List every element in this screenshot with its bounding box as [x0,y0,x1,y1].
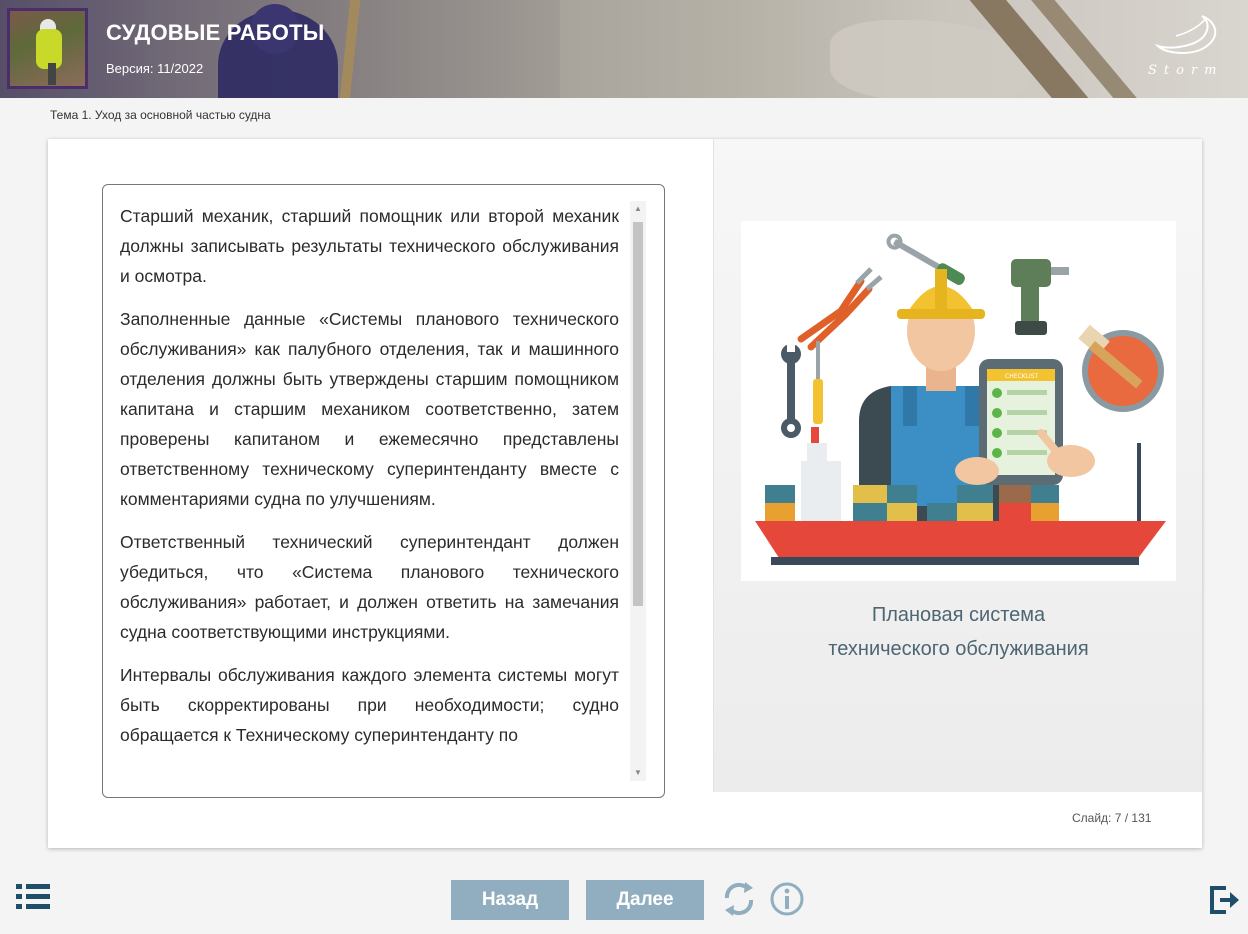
next-button[interactable]: Далее [586,880,704,920]
scrollbar-thumb[interactable] [633,222,643,606]
scroll-down-arrow-icon[interactable]: ▼ [630,765,646,781]
scroll-up-arrow-icon[interactable]: ▲ [630,201,646,217]
breadcrumb: Тема 1. Уход за основной частью судна [50,108,271,122]
slide-text: Старший механик, старший помощник или вт… [120,201,619,763]
back-button[interactable]: Назад [451,880,569,920]
illustration-panel: CHECKLIST Плановая система технического … [713,139,1202,792]
info-icon[interactable] [769,881,805,917]
slide-card: Старший механик, старший помощник или вт… [48,139,1202,848]
paragraph: Интервалы обслуживания каждого элемента … [120,665,619,745]
thumbnail-leg [48,63,56,85]
maintenance-illustration-graphic: CHECKLIST [755,233,1166,565]
paragraph: Заполненные данные «Системы планового те… [120,309,619,509]
maintenance-illustration: CHECKLIST [741,221,1176,581]
svg-text:CHECKLIST: CHECKLIST [1005,373,1039,380]
header-banner [0,0,1248,98]
svg-text:Storm: Storm [1148,63,1224,78]
exit-icon[interactable] [1208,884,1240,916]
storm-logo-icon: Storm [1148,15,1224,78]
list-menu-icon[interactable] [14,882,54,912]
course-thumbnail [7,8,88,89]
paragraph: Старший механик, старший помощник или вт… [120,206,619,286]
course-version: Версия: 11/2022 [106,61,204,76]
slide-counter-label: Слайд: [1072,811,1112,825]
illustration-caption: Плановая система технического обслуживан… [714,598,1203,666]
scrollbar[interactable]: ▲ ▼ [630,201,646,781]
caption-line: технического обслуживания [828,638,1089,660]
caption-line: Плановая система [871,604,1046,626]
text-scroll-box[interactable]: Старший механик, старший помощник или вт… [102,184,665,798]
slide-counter: Слайд: 7 / 131 [1072,811,1151,825]
paragraph: Ответственный технический суперинтендант… [120,532,619,642]
course-title: СУДОВЫЕ РАБОТЫ [106,20,325,45]
slide-counter-value: 7 / 131 [1114,811,1152,825]
reload-icon[interactable] [721,880,757,918]
